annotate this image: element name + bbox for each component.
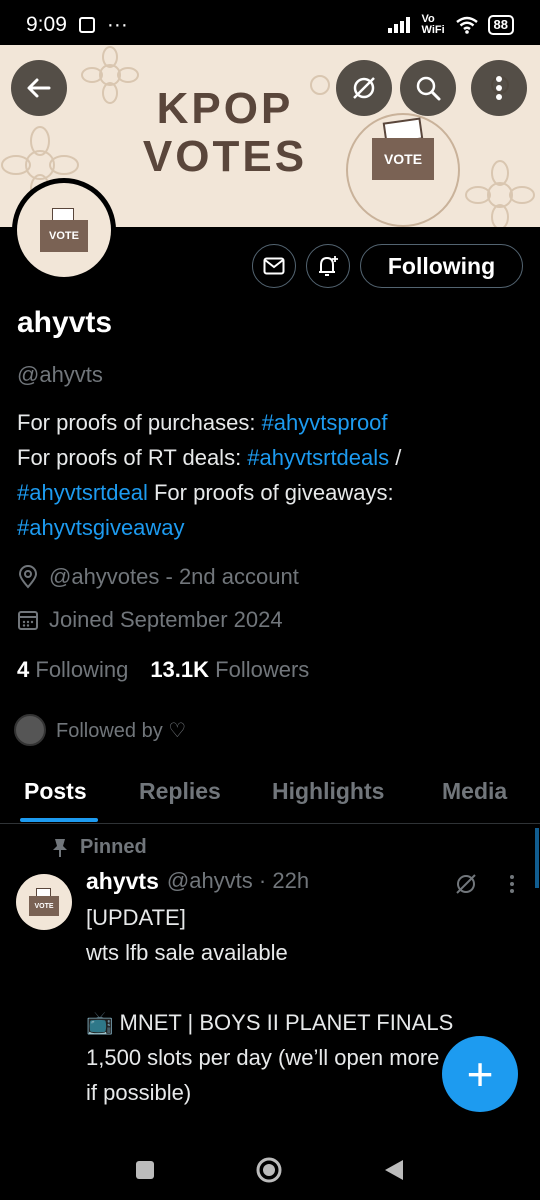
profile-name: ahyvts: [17, 306, 113, 339]
vertical-dots-icon: [496, 76, 502, 100]
profile-tabs: Posts Replies Highlights Media: [0, 770, 540, 824]
plus-icon: +: [466, 1048, 494, 1100]
profile-avatar[interactable]: VOTE: [12, 178, 116, 282]
banner-title-line2: VOTES: [142, 132, 308, 181]
post-author[interactable]: ahyvts: [86, 868, 159, 895]
back-nav-button[interactable]: [383, 1158, 405, 1182]
follower-avatar: [14, 714, 46, 746]
bio-separator: /: [389, 445, 402, 470]
message-button[interactable]: [252, 244, 296, 288]
back-button[interactable]: [11, 60, 67, 116]
banner-vote-label: VOTE: [372, 138, 434, 180]
grok-icon: [456, 874, 476, 894]
hashtag-link[interactable]: #ahyvtsrtdeal: [17, 480, 148, 505]
follow-stats: 4 Following 13.1K Followers: [17, 657, 309, 683]
search-icon: [416, 76, 441, 101]
followers-label: Followers: [215, 657, 310, 682]
recents-button[interactable]: [135, 1160, 155, 1180]
search-button[interactable]: [400, 60, 456, 116]
profile-handle: @ahyvts: [17, 362, 103, 387]
wifi-icon: [455, 16, 478, 34]
tab-replies[interactable]: Replies: [139, 778, 221, 805]
signal-icon: [387, 17, 410, 33]
followed-by-row[interactable]: Followed by ♡: [14, 714, 186, 746]
active-tab-indicator: [20, 818, 98, 822]
hashtag-link[interactable]: #ahyvtsgiveaway: [17, 515, 185, 540]
location-text: @ahyvotes - 2nd account: [49, 564, 299, 589]
location-pin-icon: [18, 565, 38, 589]
calendar-icon: [18, 611, 38, 630]
banner-title: KPOP VOTES: [135, 85, 315, 181]
screen-record-icon: [78, 17, 95, 33]
hashtag-link[interactable]: #ahyvtsproof: [262, 410, 388, 435]
following-label: Following: [35, 657, 129, 682]
battery-indicator: 88: [487, 15, 514, 35]
profile-location: @ahyvotes - 2nd account: [17, 564, 299, 590]
profile-bio: For proofs of purchases: #ahyvtsproof Fo…: [17, 405, 527, 545]
bio-text: For proofs of giveaways:: [147, 480, 394, 505]
bio-text: For proofs of RT deals:: [17, 445, 248, 470]
joined-text: Joined September 2024: [49, 607, 283, 632]
following-count: 4: [17, 657, 30, 682]
avatar-inner: VOTE: [17, 183, 111, 277]
status-bar: 9:09 ··· Vo WiFi 88: [0, 0, 540, 50]
following-button[interactable]: Following: [360, 244, 523, 288]
vowifi-label: Vo WiFi: [421, 13, 445, 36]
post-avatar-vote-label: VOTE: [29, 896, 59, 916]
bell-plus-icon: [319, 256, 338, 276]
notifications-button[interactable]: [306, 244, 350, 288]
arrow-left-icon: [27, 78, 51, 98]
system-navigation-bar: [0, 1140, 540, 1200]
tab-media[interactable]: Media: [442, 778, 507, 805]
avatar-vote-label: VOTE: [40, 220, 88, 252]
hashtag-link[interactable]: #ahyvtsrtdeals: [247, 445, 389, 470]
mail-icon: [263, 257, 285, 275]
home-button[interactable]: [255, 1156, 283, 1184]
tab-highlights[interactable]: Highlights: [272, 778, 384, 805]
pin-icon: [53, 838, 67, 857]
post-more-button[interactable]: [508, 872, 516, 901]
profile-joined: Joined September 2024: [17, 607, 283, 633]
post-avatar[interactable]: VOTE: [16, 874, 72, 930]
post-handle-time: @ahyvts · 22h: [166, 868, 310, 893]
tab-posts[interactable]: Posts: [24, 778, 87, 805]
vote-box-icon: VOTE: [40, 208, 88, 252]
bio-text: For proofs of purchases:: [17, 410, 262, 435]
post-grok-button[interactable]: [454, 872, 478, 901]
followers-stat[interactable]: 13.1K Followers: [150, 657, 309, 683]
status-time: 9:09: [26, 13, 67, 36]
grok-button[interactable]: [336, 60, 392, 116]
vote-box-icon: VOTE: [29, 888, 59, 916]
more-options-button[interactable]: [471, 60, 527, 116]
pinned-text: Pinned: [80, 836, 147, 858]
following-stat[interactable]: 4 Following: [17, 657, 128, 683]
compose-button[interactable]: +: [442, 1036, 518, 1112]
banner-title-line1: KPOP: [156, 84, 294, 133]
vertical-dots-icon: [510, 875, 514, 893]
followed-by-text: Followed by ♡: [56, 719, 187, 742]
pinned-label: Pinned: [52, 836, 147, 859]
scroll-indicator: [535, 828, 539, 888]
vote-box-logo: VOTE: [372, 117, 434, 180]
status-more: ···: [106, 13, 128, 36]
grok-icon: [353, 77, 375, 99]
post-header: ahyvts @ahyvts · 22h: [86, 868, 309, 895]
followers-count: 13.1K: [150, 657, 210, 682]
